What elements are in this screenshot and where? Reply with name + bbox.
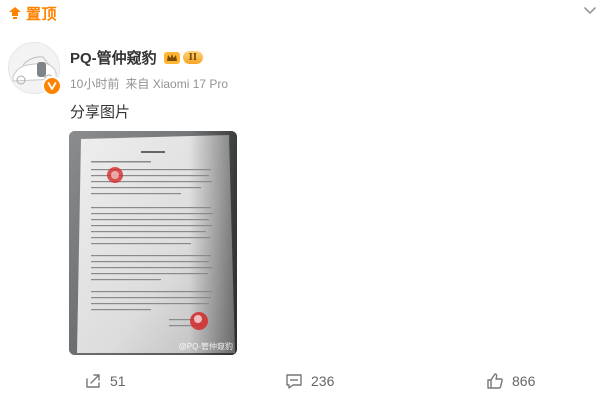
comment-button[interactable]: 236 bbox=[285, 372, 334, 390]
like-button[interactable]: 866 bbox=[486, 372, 535, 390]
comment-icon bbox=[286, 374, 302, 389]
repost-icon bbox=[86, 374, 100, 388]
username[interactable]: PQ-管仲窥豹 bbox=[70, 47, 157, 68]
post-time: 10小时前 bbox=[70, 77, 120, 91]
pin-icon bbox=[9, 7, 21, 19]
pinned-indicator: 置顶 bbox=[8, 2, 57, 24]
post-meta: 10小时前 来自 Xiaomi 17 Pro bbox=[70, 75, 228, 92]
image-watermark: @PQ-管仲窥豹 bbox=[178, 342, 233, 351]
action-bar: 51 236 866 bbox=[0, 372, 612, 396]
repost-count: 51 bbox=[110, 373, 126, 389]
verified-v-icon bbox=[42, 76, 62, 96]
user-level-badge: II bbox=[182, 51, 204, 64]
post-image[interactable]: @PQ-管仲窥豹 bbox=[69, 131, 237, 355]
post-text: 分享图片 bbox=[70, 104, 131, 121]
user-avatar-container[interactable] bbox=[8, 42, 62, 96]
chevron-down-icon[interactable] bbox=[580, 2, 600, 20]
like-count: 866 bbox=[512, 373, 536, 389]
like-icon bbox=[487, 373, 503, 389]
comment-count: 236 bbox=[311, 373, 335, 389]
post-source: 来自 Xiaomi 17 Pro bbox=[125, 77, 229, 91]
user-line: PQ-管仲窥豹 II bbox=[70, 47, 204, 68]
pinned-label: 置顶 bbox=[26, 5, 58, 23]
crown-icon bbox=[163, 51, 180, 64]
repost-button[interactable]: 51 bbox=[84, 372, 126, 390]
document-photo bbox=[69, 131, 237, 355]
